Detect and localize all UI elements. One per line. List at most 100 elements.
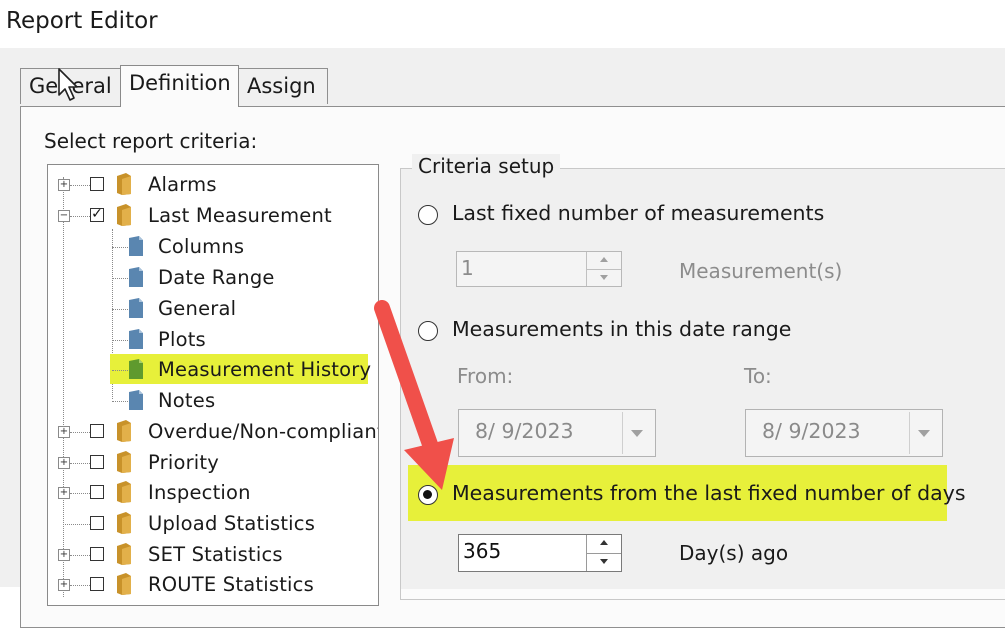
tree-connector bbox=[70, 216, 90, 217]
tree-item-label: Columns bbox=[158, 235, 245, 258]
tree-connector bbox=[70, 432, 90, 433]
set-statistics-checkbox[interactable] bbox=[90, 547, 104, 561]
from-date-picker[interactable]: 8/ 9/2023 bbox=[458, 409, 656, 457]
expand-icon[interactable]: + bbox=[58, 487, 70, 499]
chevron-down-icon bbox=[631, 430, 643, 437]
page-icon bbox=[129, 298, 143, 318]
tree-item-label: Overdue/Non-compliant bbox=[148, 420, 379, 443]
tree-item-label: General bbox=[158, 297, 237, 320]
folder-icon bbox=[117, 543, 131, 565]
tree-item-route-statistics[interactable]: + ROUTE Statistics bbox=[48, 569, 378, 599]
days-value[interactable]: 365 bbox=[463, 539, 501, 563]
route-statistics-checkbox[interactable] bbox=[90, 577, 104, 591]
fixed-count-label: Last fixed number of measurements bbox=[452, 201, 825, 225]
days-spinner[interactable]: 365 bbox=[458, 534, 622, 572]
tree-item-label: Priority bbox=[148, 451, 220, 474]
tree-connector bbox=[112, 309, 128, 310]
inspection-checkbox[interactable] bbox=[90, 485, 104, 499]
tree-connector bbox=[70, 463, 90, 464]
tree-item-general[interactable]: General bbox=[48, 293, 378, 323]
tree-item-label: Inspection bbox=[148, 481, 251, 504]
tree-item-priority[interactable]: + Priority bbox=[48, 447, 378, 477]
folder-icon bbox=[117, 420, 131, 442]
tab-definition-label: Definition bbox=[129, 71, 231, 95]
tree-connector bbox=[70, 185, 90, 186]
chevron-down-icon bbox=[918, 430, 930, 437]
overdue-checkbox[interactable] bbox=[90, 424, 104, 438]
tree-item-label: Measurement History bbox=[158, 358, 372, 381]
tab-assign-label: Assign bbox=[247, 74, 316, 98]
alarms-checkbox[interactable] bbox=[90, 177, 104, 191]
tree-item-label: Upload Statistics bbox=[148, 512, 316, 535]
page-icon bbox=[129, 359, 143, 379]
to-date-picker[interactable]: 8/ 9/2023 bbox=[745, 409, 943, 457]
fixed-count-unit: Measurement(s) bbox=[679, 259, 843, 283]
tree-item-alarms[interactable]: + Alarms bbox=[48, 169, 378, 199]
tree-item-columns[interactable]: Columns bbox=[48, 231, 378, 261]
spin-down-button[interactable] bbox=[587, 553, 621, 571]
tree-connector bbox=[63, 524, 90, 525]
tree-item-plots[interactable]: Plots bbox=[48, 324, 378, 354]
chevron-down-icon bbox=[600, 275, 608, 280]
expand-icon[interactable]: + bbox=[58, 426, 70, 438]
expand-icon[interactable]: + bbox=[58, 549, 70, 561]
to-date-value: 8/ 9/2023 bbox=[762, 419, 861, 443]
spin-up-button[interactable] bbox=[587, 252, 621, 269]
collapse-icon[interactable]: − bbox=[58, 210, 70, 222]
chevron-up-icon bbox=[600, 257, 608, 262]
folder-icon bbox=[117, 481, 131, 503]
fixed-count-value: 1 bbox=[461, 256, 474, 280]
tree-item-label: SET Statistics bbox=[148, 543, 283, 566]
page-icon bbox=[129, 390, 143, 410]
tree-item-label: Alarms bbox=[148, 173, 217, 196]
last-days-label: Measurements from the last fixed number … bbox=[452, 481, 966, 505]
tree-connector bbox=[112, 370, 128, 371]
page-icon bbox=[129, 329, 143, 349]
from-date-dropdown[interactable] bbox=[622, 412, 653, 454]
priority-checkbox[interactable] bbox=[90, 455, 104, 469]
page-icon bbox=[129, 267, 143, 287]
tree-connector bbox=[70, 493, 90, 494]
tree-item-upload-statistics[interactable]: Upload Statistics bbox=[48, 508, 378, 538]
folder-icon bbox=[117, 512, 131, 534]
to-date-dropdown[interactable] bbox=[909, 412, 940, 454]
tab-assign[interactable]: Assign bbox=[238, 68, 328, 104]
tree-item-label: Plots bbox=[158, 328, 206, 351]
tree-item-set-statistics[interactable]: + SET Statistics bbox=[48, 539, 378, 569]
fixed-count-radio[interactable] bbox=[418, 205, 438, 225]
report-criteria-tree[interactable]: + Alarms − ✓ Last Measurement Columns Da… bbox=[47, 164, 379, 606]
tree-connector bbox=[112, 278, 128, 279]
tree-item-date-range[interactable]: Date Range bbox=[48, 262, 378, 292]
last-measurement-checkbox[interactable]: ✓ bbox=[90, 207, 104, 222]
spin-up-button[interactable] bbox=[587, 535, 621, 553]
mouse-pointer-icon bbox=[58, 68, 78, 101]
tree-item-overdue[interactable]: + Overdue/Non-compliant bbox=[48, 416, 378, 446]
red-arrow-icon bbox=[374, 300, 454, 490]
folder-icon bbox=[117, 451, 131, 473]
tree-item-notes[interactable]: Notes bbox=[48, 385, 378, 415]
tree-connector bbox=[112, 401, 128, 402]
criteria-setup-legend: Criteria setup bbox=[412, 154, 561, 178]
window-title: Report Editor bbox=[6, 8, 158, 34]
tab-definition[interactable]: Definition bbox=[120, 65, 239, 107]
tree-item-label: ROUTE Statistics bbox=[148, 573, 314, 596]
spin-down-button[interactable] bbox=[587, 269, 621, 286]
tree-connector bbox=[70, 585, 90, 586]
from-date-value: 8/ 9/2023 bbox=[475, 419, 574, 443]
fixed-count-spinner[interactable]: 1 bbox=[456, 251, 622, 287]
expand-icon[interactable]: + bbox=[58, 579, 70, 591]
date-range-label: Measurements in this date range bbox=[452, 317, 792, 341]
expand-icon[interactable]: + bbox=[58, 457, 70, 469]
from-label: From: bbox=[457, 364, 514, 388]
tree-item-inspection[interactable]: + Inspection bbox=[48, 477, 378, 507]
upload-statistics-checkbox[interactable] bbox=[90, 516, 104, 530]
spinner-buttons bbox=[586, 252, 621, 286]
folder-icon bbox=[117, 204, 131, 226]
expand-icon[interactable]: + bbox=[58, 179, 70, 191]
tree-item-last-measurement[interactable]: − ✓ Last Measurement bbox=[48, 200, 378, 230]
folder-icon bbox=[117, 173, 131, 195]
select-report-criteria-label: Select report criteria: bbox=[44, 129, 258, 153]
tree-connector bbox=[112, 340, 128, 341]
tree-connector bbox=[70, 555, 90, 556]
tree-item-measurement-history[interactable]: Measurement History bbox=[48, 354, 378, 384]
